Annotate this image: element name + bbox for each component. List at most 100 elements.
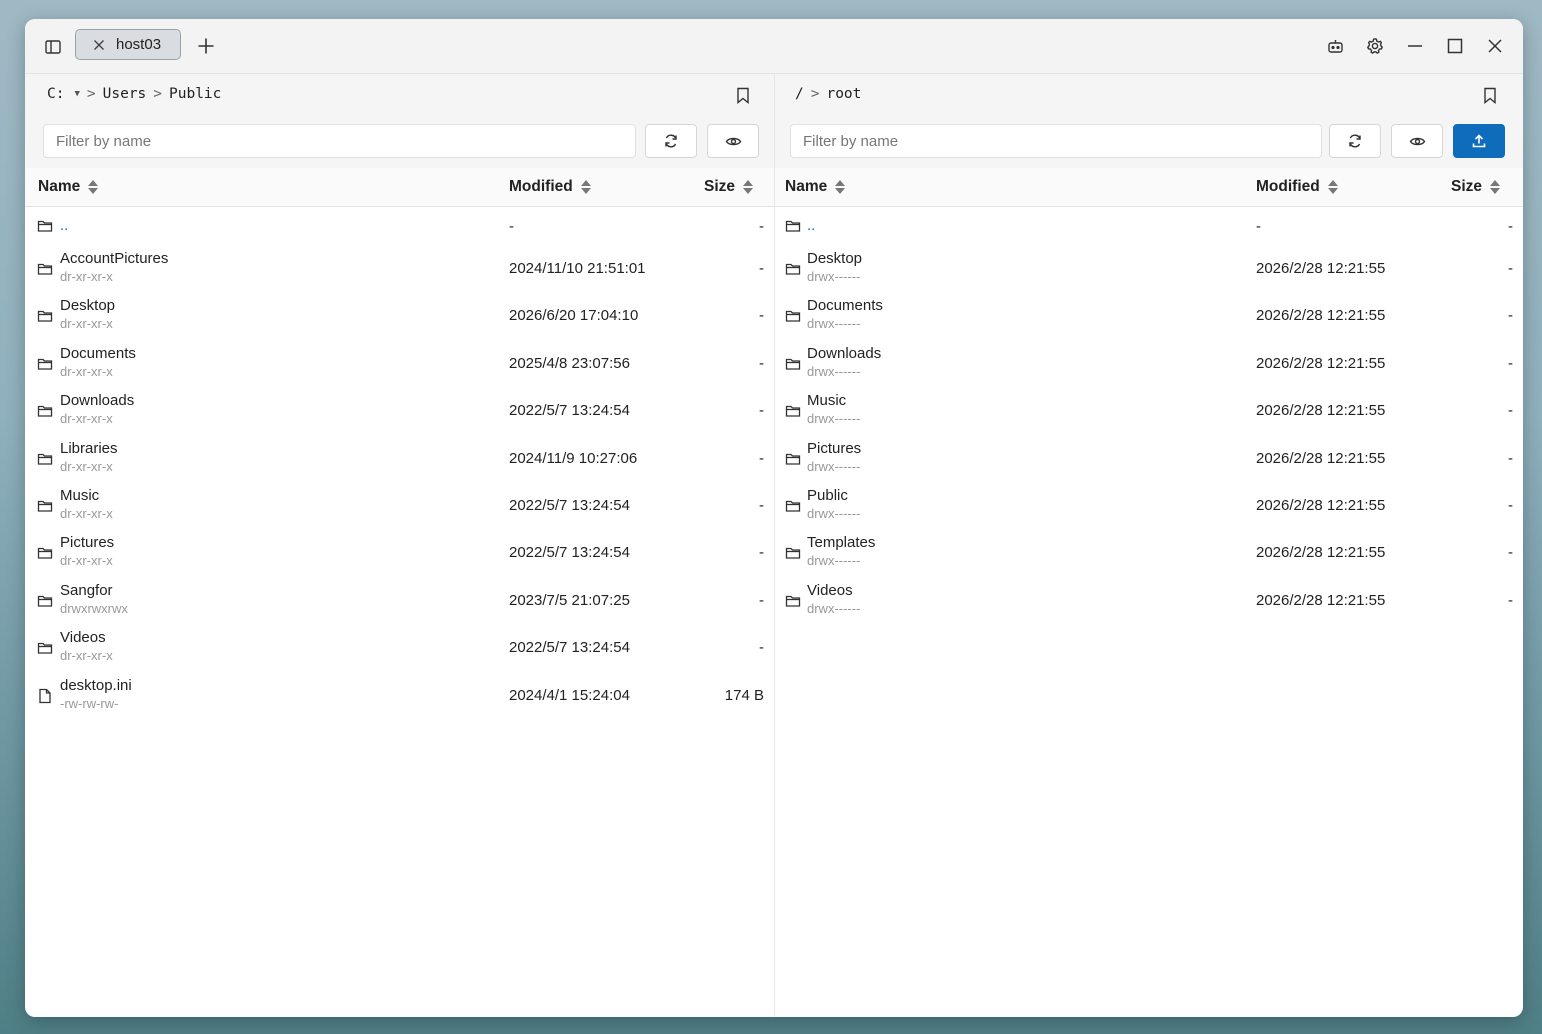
- path-bar: C: ▼ > Users > Public: [25, 74, 774, 116]
- folder-icon: [37, 358, 53, 370]
- file-permissions: dr-xr-xr-x: [60, 505, 113, 521]
- bookmark-button[interactable]: [733, 85, 753, 105]
- drive-dropdown-icon[interactable]: ▼: [74, 89, 79, 99]
- file-name: Documents: [60, 344, 136, 362]
- breadcrumb-separator: >: [86, 86, 96, 102]
- file-size: -: [1508, 260, 1513, 277]
- table-row-parent[interactable]: .. - -: [775, 207, 1523, 245]
- table-row[interactable]: Downloads drwx------ 2026/2/28 12:21:55 …: [775, 340, 1523, 387]
- table-row[interactable]: Documents drwx------ 2026/2/28 12:21:55 …: [775, 292, 1523, 339]
- file-modified: 2026/2/28 12:21:55: [1256, 496, 1386, 514]
- folder-icon: [785, 311, 801, 323]
- table-row[interactable]: Documents dr-xr-xr-x 2025/4/8 23:07:56 -: [25, 340, 774, 387]
- column-header-label: Name: [38, 178, 81, 195]
- title-bar: host03: [25, 19, 1523, 74]
- table-row[interactable]: Libraries dr-xr-xr-x 2024/11/9 10:27:06 …: [25, 435, 774, 482]
- column-header-modified[interactable]: Modified: [1256, 178, 1338, 196]
- sort-icon: [1327, 179, 1338, 195]
- column-header-modified[interactable]: Modified: [509, 178, 591, 196]
- file-modified: 2022/5/7 13:24:54: [509, 496, 630, 514]
- file-permissions: drwx------: [807, 411, 861, 427]
- file-name: AccountPictures: [60, 250, 169, 267]
- bookmark-button[interactable]: [1480, 85, 1500, 105]
- table-row[interactable]: Pictures dr-xr-xr-x 2022/5/7 13:24:54 -: [25, 529, 774, 576]
- breadcrumb-root[interactable]: /: [795, 86, 804, 102]
- table-row[interactable]: Downloads dr-xr-xr-x 2022/5/7 13:24:54 -: [25, 387, 774, 434]
- sort-icon: [1490, 179, 1501, 195]
- folder-icon: [785, 358, 801, 370]
- file-size: -: [759, 496, 764, 514]
- column-header-size[interactable]: Size: [1451, 178, 1501, 196]
- file-name: Downloads: [60, 392, 135, 410]
- maximize-button[interactable]: [1443, 35, 1467, 57]
- table-row[interactable]: Public drwx------ 2026/2/28 12:21:55 -: [775, 482, 1523, 529]
- file-modified: 2022/5/7 13:24:54: [509, 639, 630, 657]
- table-row[interactable]: Videos drwx------ 2026/2/28 12:21:55 -: [775, 577, 1523, 624]
- file-modified: 2026/2/28 12:21:55: [1256, 591, 1386, 609]
- file-name: Sangfor: [60, 581, 113, 599]
- toggle-hidden-button[interactable]: [707, 124, 759, 158]
- column-header-name[interactable]: Name: [38, 178, 99, 196]
- table-row[interactable]: Sangfor drwxrwxrwx 2023/7/5 21:07:25 -: [25, 577, 774, 624]
- breadcrumb-users[interactable]: Users: [103, 86, 147, 102]
- folder-icon: [37, 500, 53, 512]
- folder-icon: [37, 311, 53, 323]
- table-row-parent[interactable]: .. - -: [25, 207, 774, 245]
- assistant-button[interactable]: [1323, 35, 1347, 57]
- file-name: Videos: [60, 629, 106, 647]
- breadcrumb-drive[interactable]: C:: [47, 86, 64, 102]
- breadcrumb-public[interactable]: Public: [169, 86, 221, 102]
- toggle-hidden-button[interactable]: [1391, 124, 1443, 158]
- file-permissions: drwx------: [807, 553, 861, 569]
- bookmark-icon: [1484, 87, 1496, 104]
- breadcrumb-root-dir[interactable]: root: [826, 86, 861, 102]
- table-row[interactable]: Music dr-xr-xr-x 2022/5/7 13:24:54 -: [25, 482, 774, 529]
- filter-input[interactable]: [43, 124, 636, 158]
- column-header-name[interactable]: Name: [785, 178, 846, 196]
- sidebar-toggle-button[interactable]: [41, 35, 65, 59]
- table-row[interactable]: Videos dr-xr-xr-x 2022/5/7 13:24:54 -: [25, 624, 774, 671]
- sort-icon: [743, 179, 754, 195]
- file-permissions: drwx------: [807, 316, 861, 332]
- file-size: -: [1508, 496, 1513, 514]
- folder-icon: [785, 263, 801, 275]
- table-row[interactable]: Pictures drwx------ 2026/2/28 12:21:55 -: [775, 435, 1523, 482]
- file-size: -: [1508, 591, 1513, 609]
- refresh-icon: [1349, 134, 1361, 148]
- minimize-button[interactable]: [1403, 35, 1427, 57]
- close-window-button[interactable]: [1483, 35, 1507, 57]
- sidebar-toggle-icon: [45, 40, 61, 54]
- file-modified: 2024/11/10 21:51:01: [509, 260, 646, 277]
- table-row[interactable]: Templates drwx------ 2026/2/28 12:21:55 …: [775, 529, 1523, 576]
- file-modified: 2026/2/28 12:21:55: [1256, 402, 1386, 420]
- table-row[interactable]: desktop.ini -rw-rw-rw- 2024/4/1 15:24:04…: [25, 672, 774, 719]
- table-row[interactable]: Music drwx------ 2026/2/28 12:21:55 -: [775, 387, 1523, 434]
- settings-button[interactable]: [1363, 35, 1387, 57]
- file-name: Videos: [807, 581, 853, 599]
- column-header-label: Modified: [509, 178, 573, 195]
- tab-close-button[interactable]: [88, 34, 110, 56]
- table-row[interactable]: AccountPictures dr-xr-xr-x 2024/11/10 21…: [25, 245, 774, 292]
- file-modified: 2025/4/8 23:07:56: [509, 354, 630, 372]
- filter-input[interactable]: [790, 124, 1322, 158]
- remote-file-pane: / > root Filter by name Name Modified Si…: [775, 74, 1523, 1017]
- new-tab-button[interactable]: [193, 33, 219, 59]
- file-modified: -: [509, 218, 514, 235]
- table-row[interactable]: Desktop dr-xr-xr-x 2026/6/20 17:04:10 -: [25, 292, 774, 339]
- upload-icon: [1472, 134, 1486, 148]
- file-permissions: dr-xr-xr-x: [60, 458, 113, 474]
- column-header-size[interactable]: Size: [704, 178, 754, 196]
- file-permissions: dr-xr-xr-x: [60, 269, 113, 284]
- tab-label: host03: [116, 36, 162, 53]
- upload-button[interactable]: [1453, 124, 1505, 158]
- file-permissions: drwx------: [807, 505, 861, 521]
- tab-host03[interactable]: host03: [75, 29, 181, 60]
- refresh-button[interactable]: [645, 124, 697, 158]
- table-header: Name Modified Size: [775, 168, 1523, 207]
- file-permissions: drwx------: [807, 458, 861, 474]
- file-permissions: dr-xr-xr-x: [60, 648, 113, 664]
- file-modified: 2024/4/1 15:24:04: [509, 686, 630, 704]
- file-modified: 2026/2/28 12:21:55: [1256, 449, 1386, 467]
- refresh-button[interactable]: [1329, 124, 1381, 158]
- table-row[interactable]: Desktop drwx------ 2026/2/28 12:21:55 -: [775, 245, 1523, 292]
